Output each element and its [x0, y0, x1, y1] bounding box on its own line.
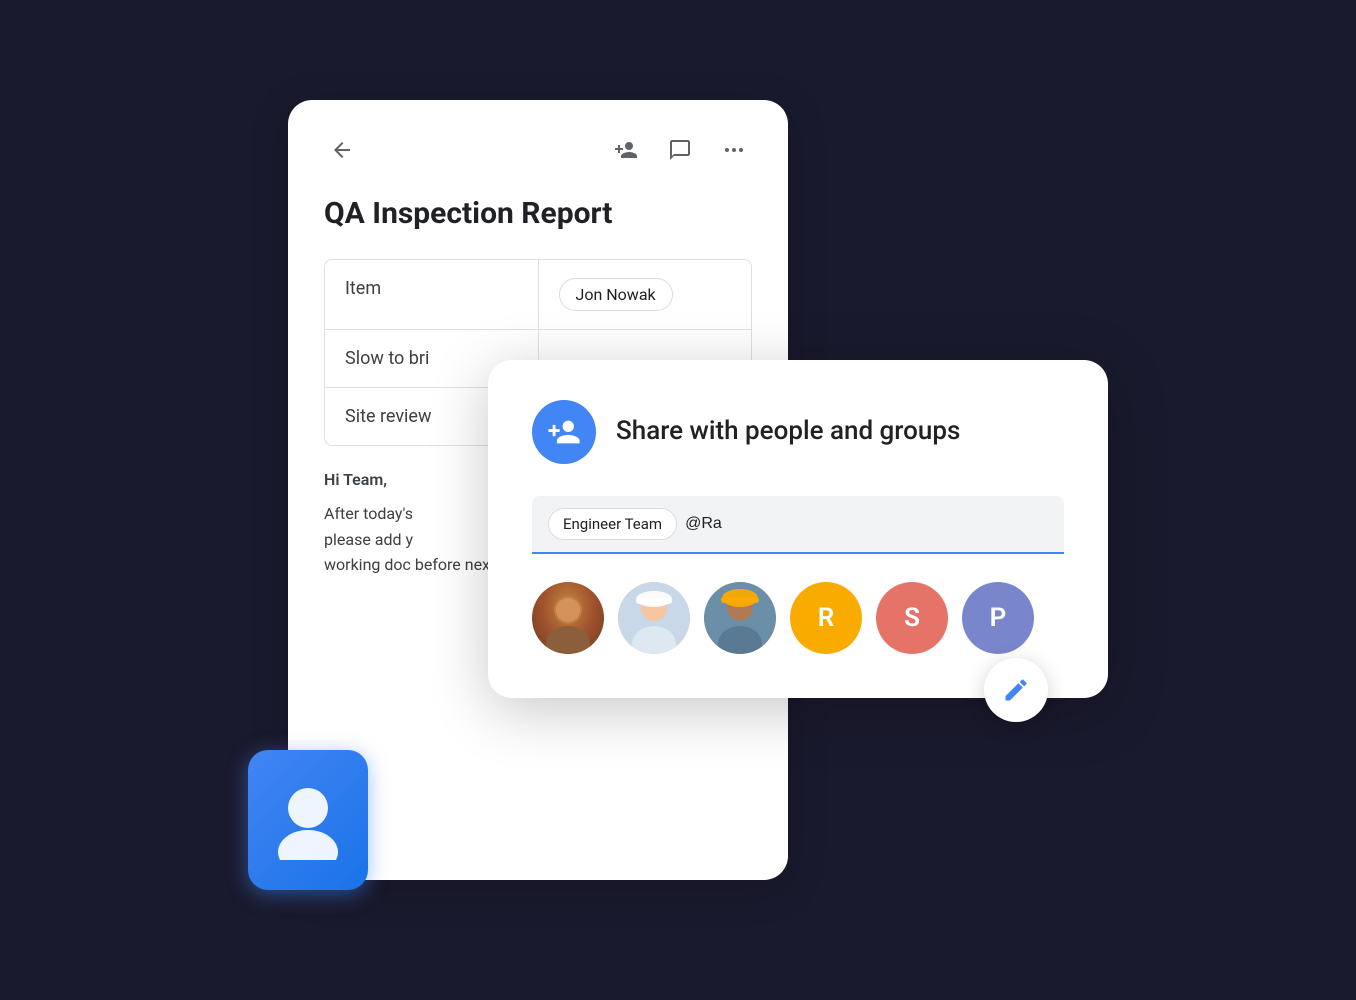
share-input-area[interactable]: Engineer Team — [532, 496, 1064, 554]
edit-fab[interactable] — [984, 658, 1048, 722]
comment-button[interactable] — [662, 132, 698, 168]
scene: QA Inspection Report Item Jon Nowak Slow… — [228, 60, 1128, 940]
share-title: Share with people and groups — [616, 416, 960, 447]
share-input[interactable] — [685, 515, 892, 533]
share-person-add-icon — [547, 415, 581, 449]
doc-header — [324, 132, 752, 168]
person-silhouette-icon — [273, 780, 343, 860]
table-cell-item-label: Item — [325, 260, 538, 329]
name-badge: Jon Nowak — [559, 278, 673, 311]
share-header: Share with people and groups — [532, 400, 1064, 464]
doc-title: QA Inspection Report — [324, 196, 752, 231]
add-person-button[interactable] — [608, 132, 644, 168]
back-button[interactable] — [324, 132, 360, 168]
share-dialog: Share with people and groups Engineer Te… — [488, 360, 1108, 698]
avatar-r[interactable]: R — [790, 582, 862, 654]
avatars-row: R S P — [532, 582, 1064, 654]
doc-header-icons — [608, 132, 752, 168]
edit-icon — [1002, 676, 1030, 704]
table-row: Item Jon Nowak — [325, 260, 751, 330]
avatar-s[interactable]: S — [876, 582, 948, 654]
avatar-person-3[interactable] — [704, 582, 776, 654]
engineer-team-tag[interactable]: Engineer Team — [548, 508, 677, 540]
avatar-p[interactable]: P — [962, 582, 1034, 654]
table-cell-item-value: Jon Nowak — [538, 260, 752, 329]
person-card — [248, 750, 368, 890]
avatar-person-2[interactable] — [618, 582, 690, 654]
avatar-person-1[interactable] — [532, 582, 604, 654]
more-button[interactable] — [716, 132, 752, 168]
share-icon-circle — [532, 400, 596, 464]
